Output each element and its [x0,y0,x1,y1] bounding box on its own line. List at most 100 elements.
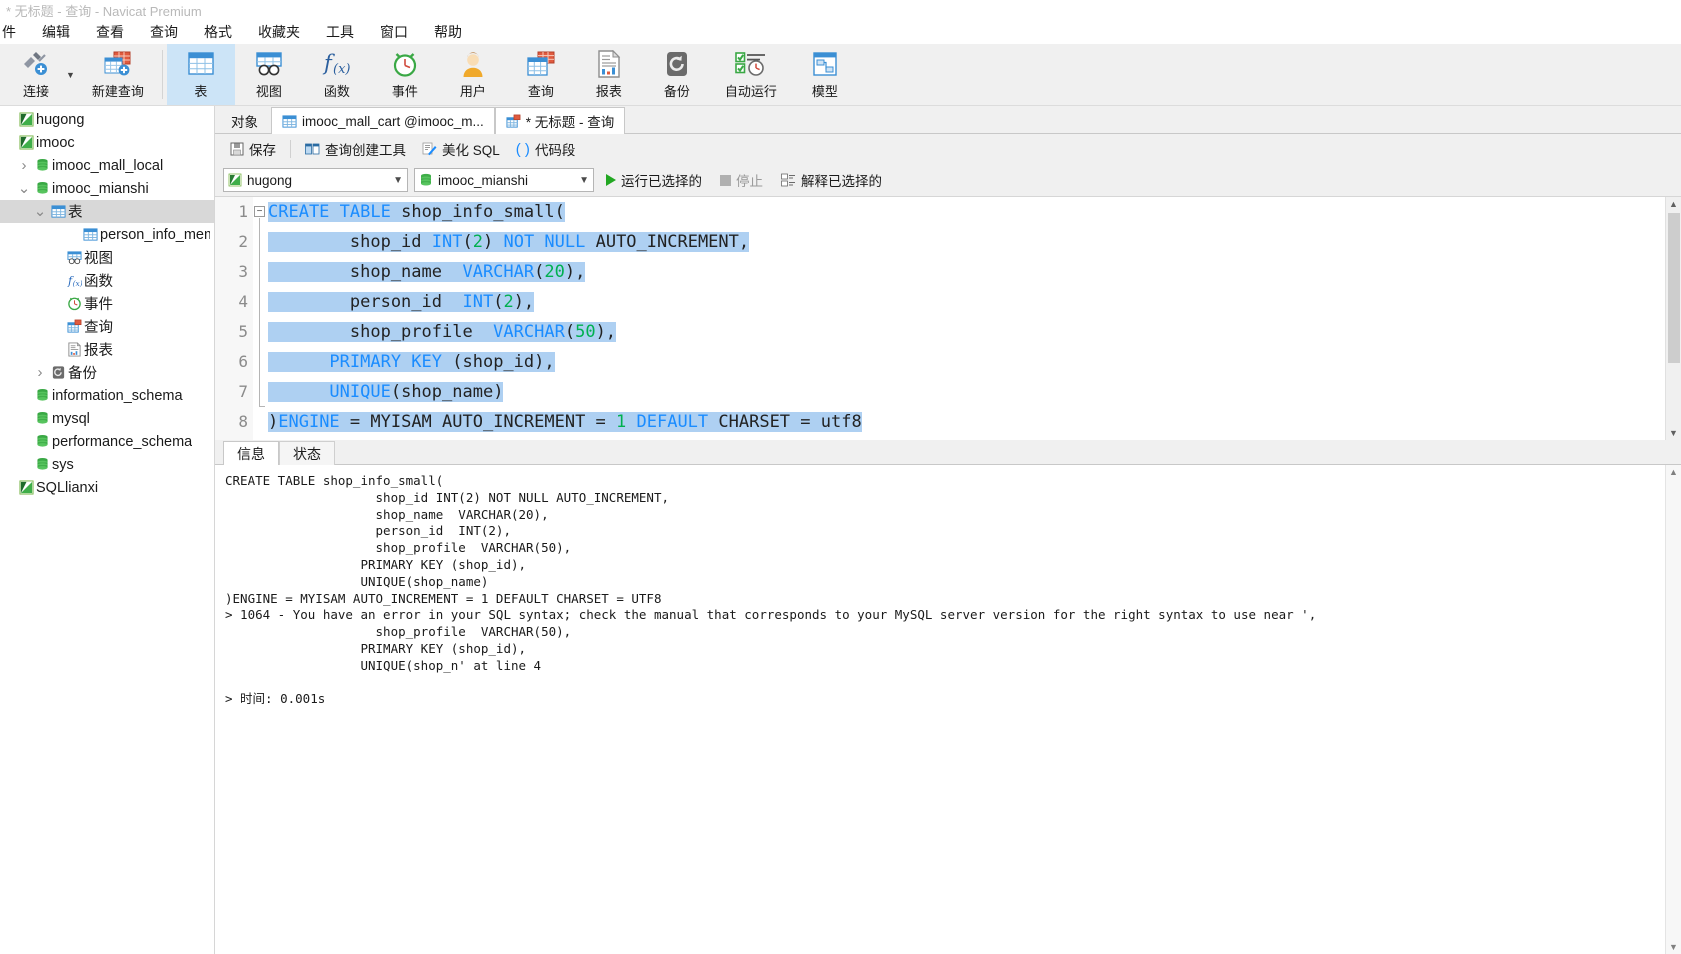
chevron-down-icon[interactable]: ▼ [393,175,403,186]
scrollbar-thumb[interactable] [1668,213,1680,363]
code-line[interactable]: shop_name VARCHAR(20), [268,257,1665,287]
menu-item-2[interactable]: 查看 [83,20,137,44]
toolbar-button-模型[interactable]: 模型 [791,44,859,105]
query-builder-button[interactable]: 查询创建工具 [298,136,413,162]
tree-item-表[interactable]: ⌄ 表 [0,200,214,223]
code-token: = MYISAM AUTO_INCREMENT = [339,412,617,432]
results-tab-信息[interactable]: 信息 [223,441,279,465]
toolbar-button-新建查询[interactable]: 新建查询 [78,44,158,105]
code-line[interactable]: PRIMARY KEY (shop_id), [268,347,1665,377]
play-icon [606,174,616,186]
chevron-down-icon[interactable]: ▼ [579,175,589,186]
beautify-sql-button[interactable]: 美化 SQL [415,136,507,162]
stop-button[interactable]: 停止 [714,168,769,192]
code-token: CREATE [268,202,330,222]
toolbar-button-自动运行[interactable]: 自动运行 [711,44,791,105]
menu-item-0[interactable]: 件 [0,20,29,44]
code-line[interactable]: CREATE TABLE shop_info_small( [268,197,1665,227]
database-icon [32,158,52,173]
tree-item-performance_schema[interactable]: performance_schema [0,430,214,453]
sql-editor[interactable]: 1 2 3 4 5 6 7 8 − CREATE TABLE shop_info_small(… [215,197,1665,440]
menu-item-6[interactable]: 工具 [313,20,367,44]
results-tab-状态[interactable]: 状态 [279,441,335,465]
document-tab-2[interactable]: * 无标题 - 查询 [494,107,626,134]
menu-item-5[interactable]: 收藏夹 [245,20,313,44]
toolbar-button-连接[interactable]: 连接 [2,44,70,105]
scroll-up-icon[interactable]: ▲ [1669,465,1678,479]
code-line[interactable]: )ENGINE = MYISAM AUTO_INCREMENT = 1 DEFA… [268,407,1665,437]
tree-item-SQLlianxi[interactable]: SQLlianxi [0,476,214,499]
tree-item-报表[interactable]: 报表 [0,338,214,361]
code-line[interactable]: shop_profile VARCHAR(50), [268,317,1665,347]
explain-selected-button[interactable]: 解释已选择的 [775,168,888,192]
scroll-down-icon[interactable]: ▼ [1669,426,1678,440]
tree-item-查询[interactable]: 查询 [0,315,214,338]
code-folding-column[interactable]: − [253,197,266,440]
document-tab-label: 对象 [231,115,258,130]
snippets-label: 代码段 [534,143,576,158]
tree-item-imooc_mall_local[interactable]: › imooc_mall_local [0,154,214,177]
tree-item-hugong[interactable]: hugong [0,108,214,131]
scroll-down-icon[interactable]: ▼ [1669,940,1678,954]
save-button[interactable]: 保存 [223,136,283,162]
tree-item-函数[interactable]: f (x) 函数 [0,269,214,292]
code-line[interactable]: shop_id INT(2) NOT NULL AUTO_INCREMENT, [268,227,1665,257]
menu-item-4[interactable]: 格式 [191,20,245,44]
chevron-right-icon[interactable]: › [32,364,48,381]
toolbar-button-备份[interactable]: 备份 [643,44,711,105]
code-token: ), [513,292,535,312]
chevron-down-icon[interactable]: ⌄ [16,181,32,196]
menu-item-8[interactable]: 帮助 [421,20,475,44]
code-token: NOT NULL [503,232,586,252]
sql-code-area[interactable]: CREATE TABLE shop_info_small( shop_id IN… [266,197,1665,440]
toolbar-button-查询[interactable]: 查询 [507,44,575,105]
code-line[interactable]: person_id INT(2), [268,287,1665,317]
object-tree-sidebar[interactable]: hugong imooc › imooc_mall_local ⌄ imooc_mians… [0,106,215,954]
chevron-right-icon[interactable]: › [16,157,32,174]
toolbar-button-用户[interactable]: 用户 [439,44,507,105]
toolbar-button-视图[interactable]: 视图 [235,44,303,105]
run-selected-button[interactable]: 运行已选择的 [600,168,708,192]
code-line[interactable]: UNIQUE(shop_name) [268,377,1665,407]
tree-item-imooc_mianshi[interactable]: ⌄ imooc_mianshi [0,177,214,200]
toolbar-button-报表[interactable]: 报表 [575,44,643,105]
document-tab-1[interactable]: imooc_mall_cart @imooc_m... [271,107,495,134]
tree-item-label: imooc [36,134,75,151]
toolbar-button-事件[interactable]: 事件 [371,44,439,105]
connection-select[interactable]: hugong ▼ [223,168,408,192]
user-icon [459,49,487,79]
tree-item-label: imooc_mall_local [52,157,164,174]
tree-item-sys[interactable]: sys [0,453,214,476]
tree-item-information_schema[interactable]: information_schema [0,384,214,407]
results-vertical-scrollbar[interactable]: ▲ ▼ [1665,465,1681,954]
scroll-up-icon[interactable]: ▲ [1669,197,1678,211]
toolbar-button-label: 报表 [595,84,622,99]
tree-item-mysql[interactable]: mysql [0,407,214,430]
toolbar-button-表[interactable]: 表 [166,44,235,105]
tree-item-label: 函数 [84,274,113,290]
code-token: 20 [544,262,565,282]
tree-item-imooc[interactable]: imooc [0,131,214,154]
tree-item-label: imooc_mianshi [52,180,149,197]
fold-toggle-icon[interactable]: − [254,206,265,217]
table-icon [282,114,297,129]
tree-item-备份[interactable]: › 备份 [0,361,214,384]
menu-item-1[interactable]: 编辑 [29,20,83,44]
query-icon [64,319,84,334]
tree-item-person_info_memory[interactable]: person_info_memory [0,223,214,246]
sql-editor-container[interactable]: 1 2 3 4 5 6 7 8 − CREATE TABLE shop_info_small(… [215,197,1681,440]
editor-vertical-scrollbar[interactable]: ▲ ▼ [1665,197,1681,440]
query-builder-icon [305,142,320,156]
menu-item-7[interactable]: 窗口 [367,20,421,44]
tree-item-视图[interactable]: 视图 [0,246,214,269]
toolbar-button-函数[interactable]: f (x) 函数 [303,44,371,105]
tree-item-事件[interactable]: 事件 [0,292,214,315]
snippets-button[interactable]: ( ) 代码段 [509,136,583,162]
database-select[interactable]: imooc_mianshi ▼ [414,168,594,192]
document-tab-0[interactable]: 对象 [220,107,269,134]
menu-item-3[interactable]: 查询 [137,20,191,44]
toolbar-button-label: 事件 [391,84,418,99]
tree-item-label: person_info_memory [100,226,210,243]
chevron-down-icon[interactable]: ⌄ [32,204,48,219]
connection-icon [16,135,36,150]
